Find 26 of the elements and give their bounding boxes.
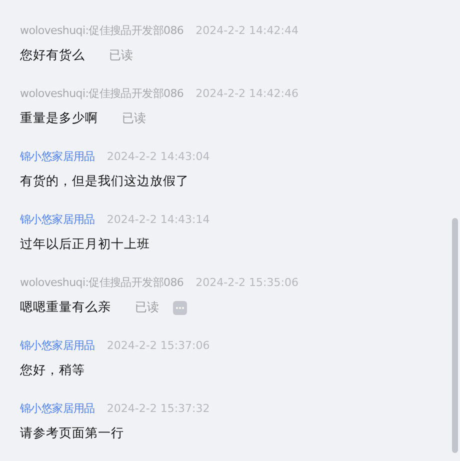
sender-name: 锦小悠家居用品 xyxy=(20,212,95,226)
message-text: 您好，稍等 xyxy=(20,362,85,379)
read-status: 已读 xyxy=(135,299,159,316)
message-text: 有货的，但是我们这边放假了 xyxy=(20,173,189,190)
more-icon[interactable] xyxy=(173,300,187,314)
read-status: 已读 xyxy=(109,47,133,64)
sender-name: 锦小悠家居用品 xyxy=(20,400,95,416)
message-text: 过年以后正月初十上班 xyxy=(20,236,150,253)
message-time: 2024-2-2 14:42:44 xyxy=(196,24,298,36)
message-text: 重量是多少啊 xyxy=(20,110,98,127)
message-time: 2024-2-2 15:35:06 xyxy=(196,276,298,288)
message-time: 2024-2-2 14:43:14 xyxy=(106,212,210,226)
message-time: 2024-2-2 15:37:32 xyxy=(106,402,210,414)
sender-name: woloveshuqi:促佳搜品开发部086 xyxy=(20,22,184,38)
sender-name: 锦小悠家居用品 xyxy=(20,148,95,164)
message-text: 请参考页面第一行 xyxy=(20,425,124,442)
scrollbar[interactable] xyxy=(452,218,458,453)
sender-name: 锦小悠家居用品 xyxy=(20,338,95,352)
sender-name: woloveshuqi:促佳搜品开发部086 xyxy=(20,274,184,290)
message-time: 2024-2-2 14:42:46 xyxy=(196,86,298,100)
message-text: 您好有货么 xyxy=(20,47,85,64)
read-status: 已读 xyxy=(122,110,146,127)
message-text: 嗯嗯重量有么亲 xyxy=(20,299,111,316)
message-time: 2024-2-2 15:37:06 xyxy=(106,338,210,352)
sender-name: woloveshuqi:促佳搜品开发部086 xyxy=(20,86,184,100)
message-time: 2024-2-2 14:43:04 xyxy=(106,150,210,162)
